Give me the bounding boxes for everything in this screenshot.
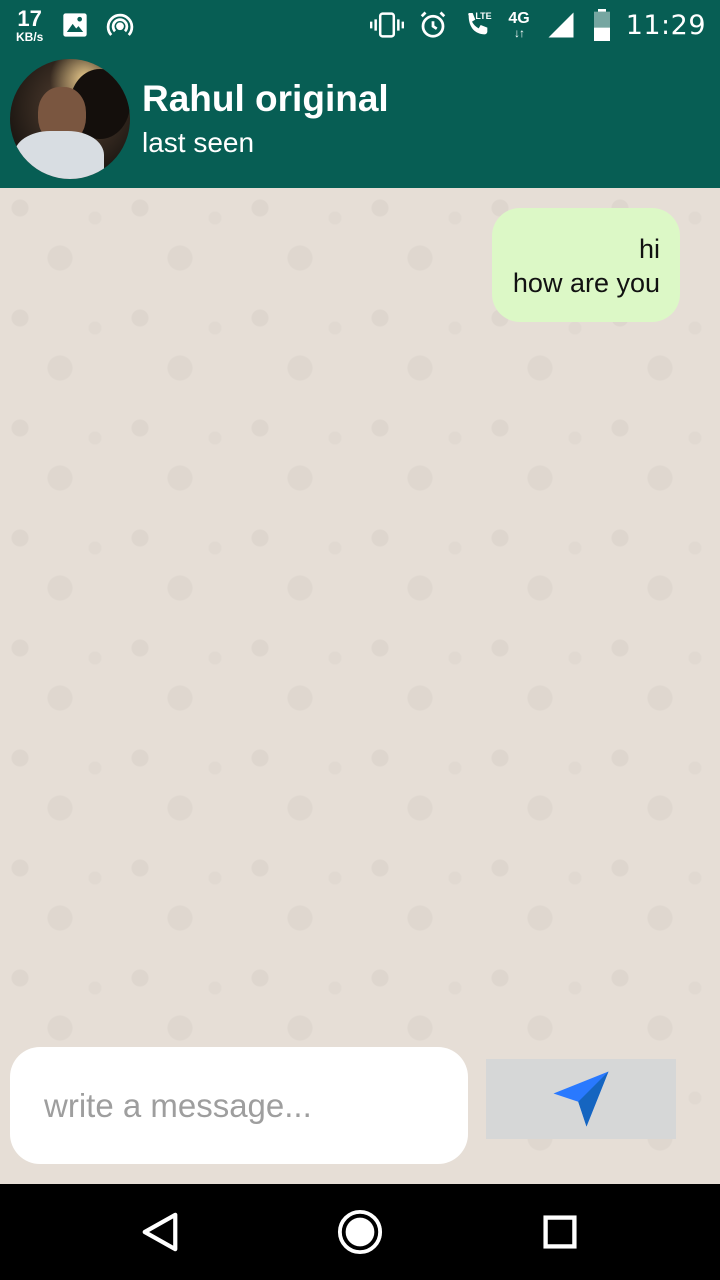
message-line: how are you <box>512 268 660 298</box>
home-icon <box>337 1209 383 1255</box>
net-speed-value: 17 <box>17 5 42 31</box>
status-left: 17 KB/s <box>16 5 151 44</box>
chat-header: Rahul original last seen <box>0 50 720 188</box>
network-type: 4G <box>508 10 530 27</box>
hotspot-icon <box>105 10 135 40</box>
header-text[interactable]: Rahul original last seen <box>142 77 389 160</box>
status-bar: 17 KB/s LTE 4G ↓↑ 11:29 <box>0 0 720 50</box>
battery-icon <box>592 9 612 41</box>
last-seen-status: last seen <box>142 127 255 159</box>
chat-area[interactable]: hi how are you <box>0 188 720 1184</box>
send-button[interactable] <box>486 1059 676 1139</box>
status-right: LTE 4G ↓↑ 11:29 <box>370 9 706 41</box>
back-icon <box>142 1212 178 1252</box>
net-speed: 17 KB/s <box>16 5 44 44</box>
nav-bar <box>0 1184 720 1280</box>
message-bubble-outgoing[interactable]: hi how are you <box>492 208 680 322</box>
back-button[interactable] <box>120 1192 200 1272</box>
message-line: hi <box>638 234 660 264</box>
send-arrow-icon <box>553 1071 609 1127</box>
contact-name: Rahul original <box>142 77 389 119</box>
home-button[interactable] <box>320 1192 400 1272</box>
lte-call-icon: LTE <box>462 9 494 41</box>
recents-icon <box>543 1215 577 1249</box>
message-input[interactable]: write a message... <box>10 1047 468 1164</box>
clock: 11:29 <box>625 9 706 41</box>
recents-button[interactable] <box>520 1192 600 1272</box>
image-icon <box>61 11 89 39</box>
data-arrows-icon: 4G ↓↑ <box>508 10 530 40</box>
lte-label: LTE <box>475 11 492 21</box>
vibrate-icon <box>370 11 405 39</box>
signal-icon <box>544 10 578 40</box>
alarm-icon <box>418 10 448 40</box>
contact-avatar[interactable] <box>10 59 130 179</box>
net-speed-unit: KB/s <box>16 29 44 44</box>
